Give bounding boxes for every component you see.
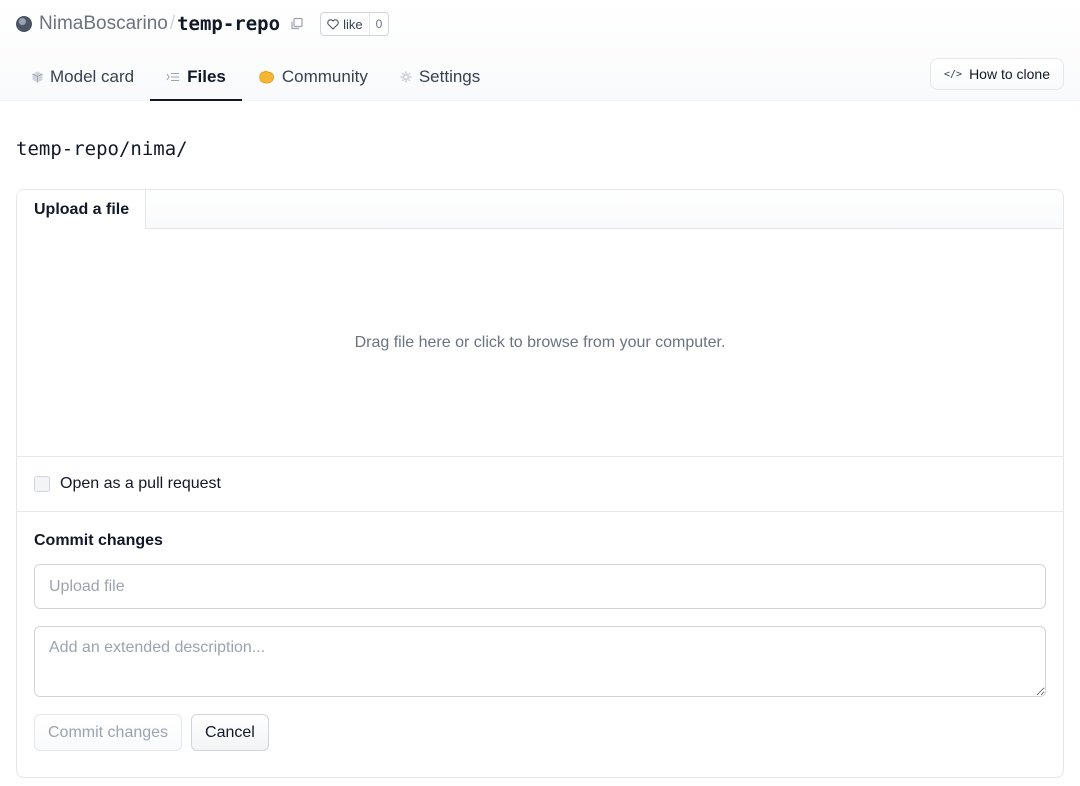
copy-icon[interactable] <box>290 17 304 31</box>
tab-upload-file[interactable]: Upload a file <box>17 190 146 230</box>
files-icon <box>166 72 180 82</box>
commit-description-input[interactable] <box>34 626 1046 697</box>
tab-files[interactable]: Files <box>150 52 242 101</box>
repo-path-separator: / <box>169 13 176 34</box>
upload-panel: Upload a file Drag file here or click to… <box>16 189 1064 778</box>
upload-panel-tabs: Upload a file <box>17 190 1063 230</box>
cube-icon <box>32 71 43 83</box>
repo-title-row: NimaBoscarino / temp-repo like 0 <box>16 10 390 38</box>
commit-section: Commit changes Commit changes Cancel <box>17 512 1063 751</box>
commit-title: Commit changes <box>34 532 163 549</box>
pull-request-option: Open as a pull request <box>17 457 1063 512</box>
commit-changes-button[interactable]: Commit changes <box>34 714 183 751</box>
repo-tabs: Model card Files Community Settings <box>16 52 496 101</box>
commit-actions: Commit changes Cancel <box>34 714 1046 751</box>
tab-model-card[interactable]: Model card <box>16 52 150 101</box>
pull-request-checkbox[interactable] <box>34 476 50 492</box>
community-icon <box>258 70 275 84</box>
how-to-clone-label: How to clone <box>969 66 1050 82</box>
tab-settings[interactable]: Settings <box>384 52 496 101</box>
tab-model-card-label: Model card <box>50 66 135 86</box>
repo-name-link[interactable]: temp-repo <box>177 13 280 35</box>
code-icon: </> <box>944 68 963 80</box>
repo-header: NimaBoscarino / temp-repo like 0 Model c… <box>0 0 1080 101</box>
how-to-clone-button[interactable]: </> How to clone <box>930 58 1064 90</box>
like-button[interactable]: like 0 <box>320 12 390 36</box>
tab-community-label: Community <box>281 66 368 86</box>
folder-path: temp-repo/nima/ <box>16 138 188 160</box>
commit-summary-input[interactable] <box>34 564 1046 609</box>
repo-owner-link[interactable]: NimaBoscarino <box>39 13 168 35</box>
dropzone-text: Drag file here or click to browse from y… <box>354 333 726 351</box>
like-label: like <box>343 16 363 32</box>
owner-avatar[interactable] <box>16 16 32 32</box>
file-dropzone[interactable]: Drag file here or click to browse from y… <box>17 229 1063 457</box>
heart-icon <box>327 18 339 30</box>
gear-icon <box>400 71 412 83</box>
like-count: 0 <box>368 13 389 35</box>
tab-community[interactable]: Community <box>242 52 384 101</box>
pull-request-label[interactable]: Open as a pull request <box>60 475 221 493</box>
tab-files-label: Files <box>187 66 226 86</box>
tab-settings-label: Settings <box>418 66 481 86</box>
cancel-button[interactable]: Cancel <box>191 714 269 751</box>
